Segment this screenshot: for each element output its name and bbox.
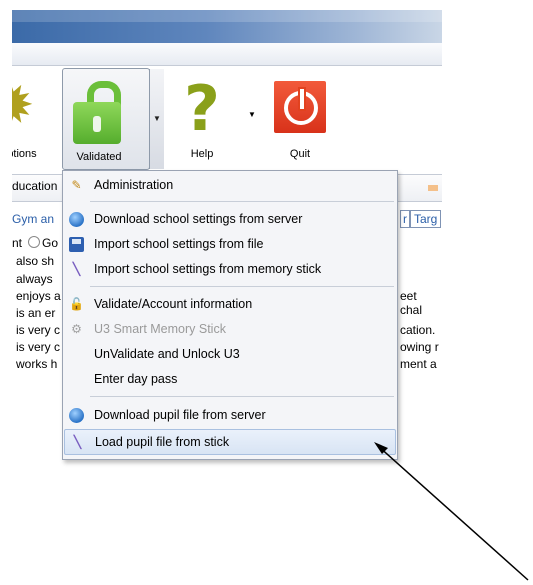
annotation-arrow-line bbox=[377, 445, 529, 581]
annotation-arrow bbox=[374, 442, 529, 581]
